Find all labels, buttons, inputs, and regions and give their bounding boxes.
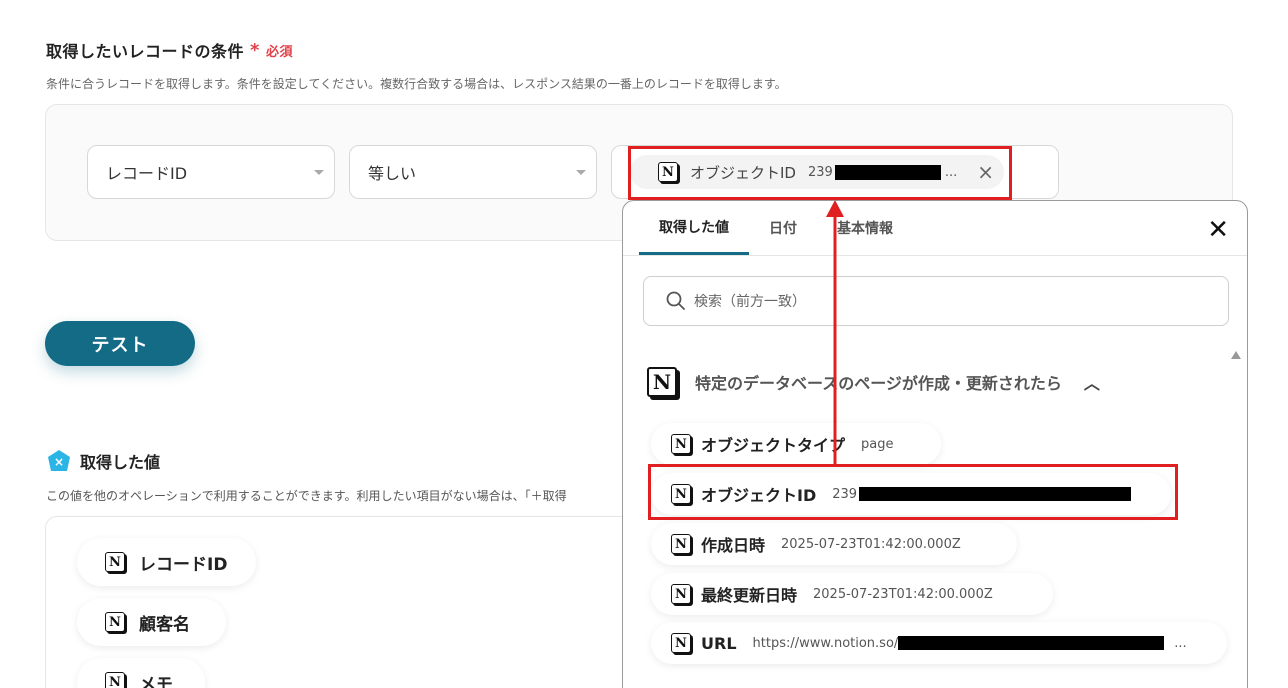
acquired-title: × 取得した値 [46, 448, 160, 474]
condition-title-text: 取得したいレコードの条件 [46, 42, 245, 61]
item-label: 最終更新日時 [701, 586, 798, 605]
field-select-value: レコードID [106, 164, 188, 183]
item-value: 2025-07-23T01:42:00.000Z [813, 586, 993, 602]
list-item[interactable]: N 作成日時 2025-07-23T01:42:00.000Z [651, 523, 1017, 565]
acquired-item-label: メモ [139, 674, 173, 688]
chevron-up-icon[interactable]: ︿ [1084, 370, 1100, 394]
search-icon [666, 291, 685, 310]
notion-icon: N [105, 552, 125, 572]
notion-icon: N [671, 584, 691, 604]
notion-icon: N [671, 534, 691, 554]
operator-select[interactable]: 等しい [349, 145, 597, 199]
caret-down-icon [576, 170, 586, 175]
popup-tabs: 取得した値 日付 基本情報 [639, 201, 913, 255]
redacted-block [898, 636, 1165, 650]
acquired-item[interactable]: N メモ [77, 658, 205, 688]
notion-icon: N [671, 633, 691, 653]
required-label: 必須 [265, 44, 293, 60]
highlight-box-value [628, 146, 1012, 200]
condition-section-title: 取得したいレコードの条件 * 必須 [46, 38, 293, 62]
acquired-item[interactable]: N レコードID [77, 538, 256, 586]
test-button[interactable]: テスト [45, 321, 195, 366]
acquired-title-text: 取得した値 [80, 453, 161, 472]
acquired-item-label: レコードID [139, 554, 228, 575]
list-item[interactable]: N URL https://www.notion.so/ ... [651, 622, 1227, 664]
notion-icon: N [105, 612, 125, 632]
acquired-item-label: 顧客名 [139, 614, 190, 635]
close-icon[interactable]: ✕ [1207, 217, 1229, 243]
search-placeholder: 検索（前方一致） [694, 294, 806, 310]
item-value: 2025-07-23T01:42:00.000Z [781, 536, 961, 552]
caret-down-icon [314, 170, 324, 175]
tab-acquired-values[interactable]: 取得した値 [639, 201, 749, 255]
acquired-description: この値を他のオペレーションで利用することができます。利用したい項目がない場合は、… [46, 489, 567, 503]
field-select[interactable]: レコードID [87, 145, 335, 199]
acquired-item[interactable]: N 顧客名 [77, 598, 226, 646]
item-value: page [861, 436, 894, 452]
list-item[interactable]: N 最終更新日時 2025-07-23T01:42:00.000Z [651, 573, 1053, 615]
tabs-divider [623, 255, 1247, 256]
list-item[interactable]: N オブジェクトタイプ page [651, 423, 941, 465]
item-label: URL [701, 633, 737, 653]
search-input[interactable]: 検索（前方一致） [643, 276, 1229, 326]
condition-description: 条件に合うレコードを取得します。条件を設定してください。複数行合致する場合は、レ… [46, 77, 787, 91]
notion-icon: N [671, 434, 691, 454]
svg-text:×: × [54, 455, 64, 469]
item-value: https://www.notion.so/ [752, 635, 899, 651]
notion-icon: N [647, 367, 677, 397]
group-title: 特定のデータベースのページが作成・更新されたら [695, 374, 1062, 393]
scroll-up-icon[interactable] [1231, 351, 1241, 359]
required-star-icon: * [250, 39, 260, 61]
tab-date[interactable]: 日付 [749, 201, 817, 255]
value-picker-popup: 取得した値 日付 基本情報 ✕ 検索（前方一致） N 特定のデータベースのページ… [622, 200, 1248, 688]
highlight-box-item [648, 464, 1178, 520]
item-ellipsis: ... [1174, 635, 1187, 651]
tab-basic-info[interactable]: 基本情報 [817, 201, 913, 255]
operator-select-value: 等しい [368, 164, 417, 183]
acquired-badge-icon: × [48, 450, 70, 471]
group-header[interactable]: N 特定のデータベースのページが作成・更新されたら ︿ [647, 367, 1100, 397]
notion-icon: N [105, 672, 125, 688]
item-label: 作成日時 [701, 536, 766, 555]
item-label: オブジェクトタイプ [701, 436, 846, 455]
